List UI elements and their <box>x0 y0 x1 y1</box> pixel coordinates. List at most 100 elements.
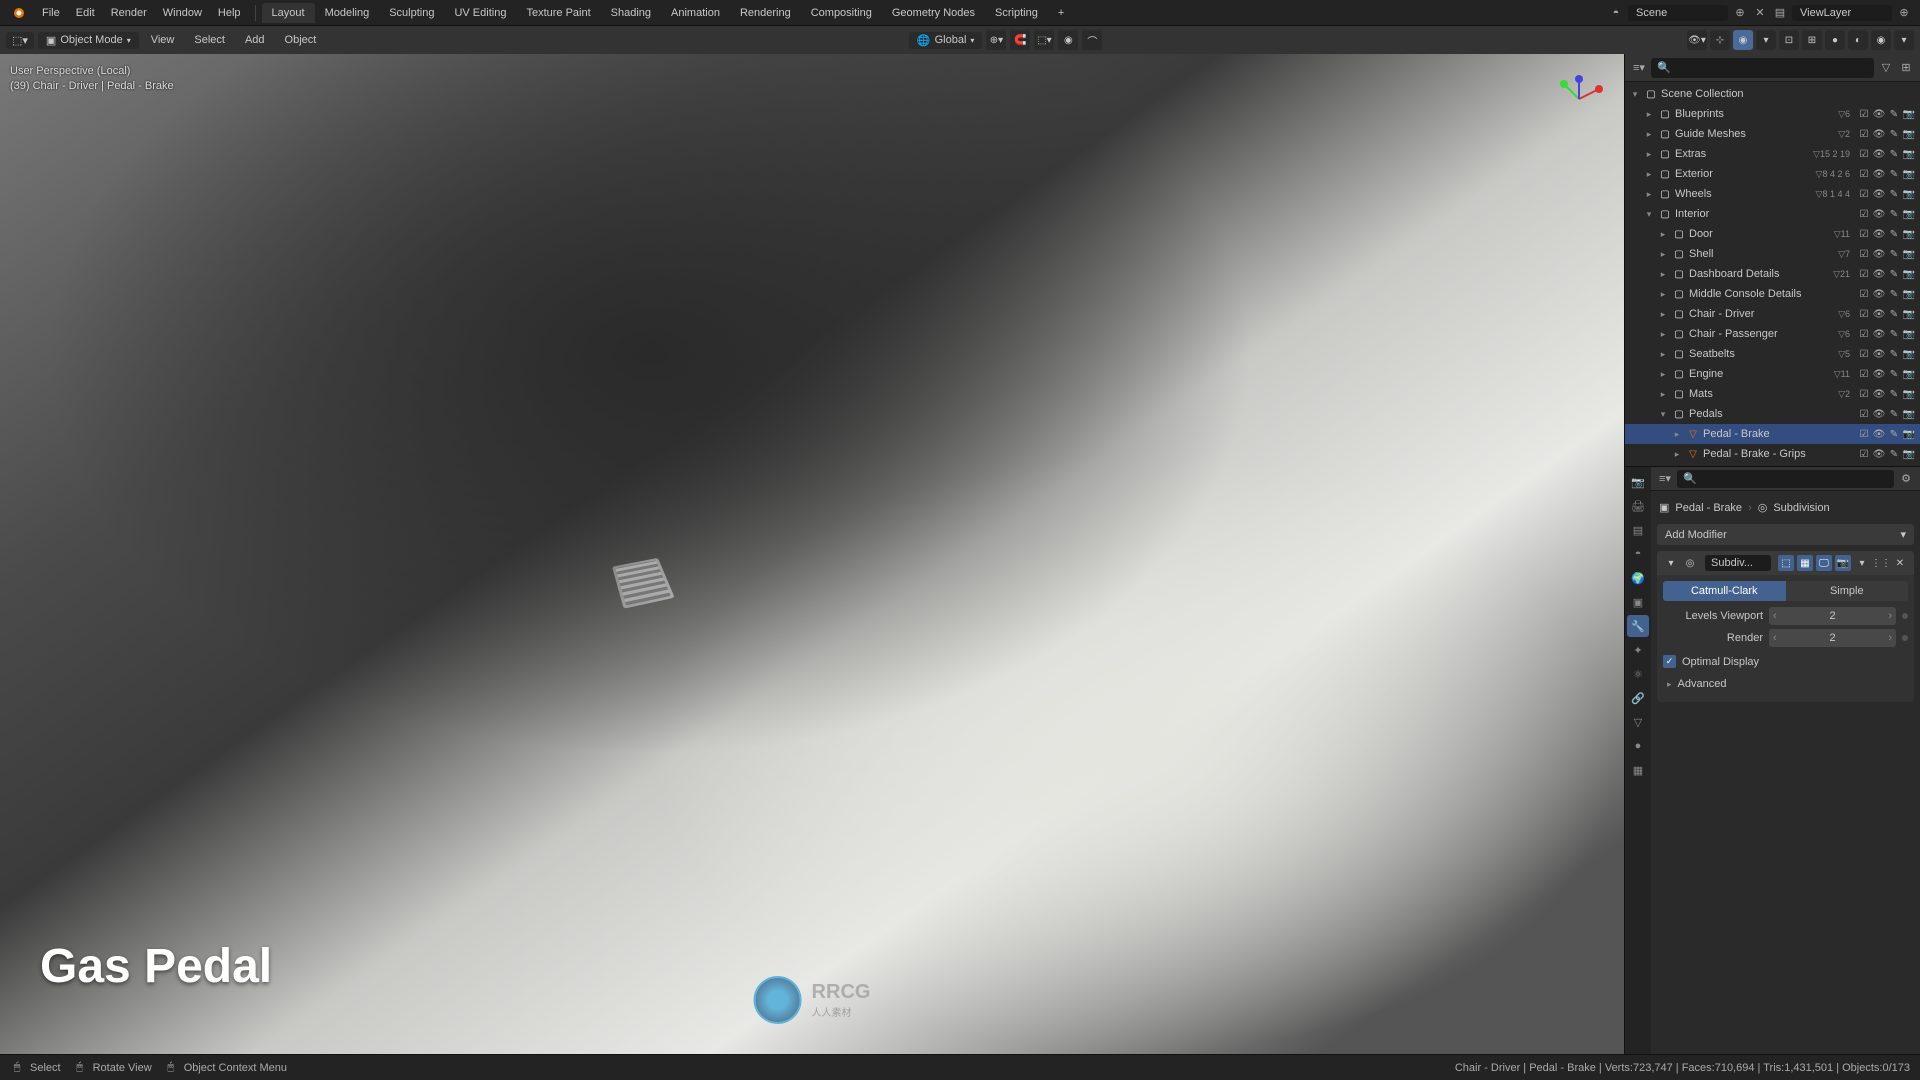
tree-item-guide-meshes[interactable]: ▸▢Guide Meshes▽2☑👁✎📷 <box>1625 124 1920 144</box>
viewlayer-new-icon[interactable]: ⊕ <box>1896 5 1912 21</box>
selectable-icon[interactable]: ✎ <box>1887 167 1901 181</box>
visibility-icon[interactable]: 👁 <box>1872 107 1886 121</box>
tree-item-mats[interactable]: ▸▢Mats▽2☑👁✎📷 <box>1625 384 1920 404</box>
prop-options-icon[interactable]: ⚙ <box>1898 471 1914 487</box>
tree-toggle-icon[interactable]: ▾ <box>1643 209 1655 220</box>
visibility-icon[interactable]: 👁 <box>1872 247 1886 261</box>
navigation-gizmo[interactable] <box>1554 74 1604 124</box>
anim-dot-icon[interactable] <box>1902 635 1908 641</box>
tab-mesh[interactable]: ▽ <box>1627 711 1649 733</box>
render-value[interactable]: 2 <box>1769 629 1896 647</box>
exclude-icon[interactable]: ☑ <box>1857 187 1871 201</box>
tree-scene-collection[interactable]: ▾ ▢ Scene Collection <box>1625 84 1920 104</box>
tree-toggle-icon[interactable]: ▸ <box>1643 109 1655 120</box>
mode-selector[interactable]: ▣ Object Mode <box>38 32 139 49</box>
render-icon[interactable]: 📷 <box>1902 287 1916 301</box>
workspace-tab-modeling[interactable]: Modeling <box>315 3 380 23</box>
menu-window[interactable]: Window <box>155 7 210 19</box>
workspace-tab-compositing[interactable]: Compositing <box>801 3 882 23</box>
selectable-icon[interactable]: ✎ <box>1887 407 1901 421</box>
tree-item-seatbelts[interactable]: ▸▢Seatbelts▽5☑👁✎📷 <box>1625 344 1920 364</box>
breadcrumb-object[interactable]: Pedal - Brake <box>1675 502 1742 514</box>
blender-icon[interactable] <box>8 4 26 22</box>
menu-edit[interactable]: Edit <box>68 7 103 19</box>
render-icon[interactable]: 📷 <box>1902 107 1916 121</box>
menu-render[interactable]: Render <box>103 7 155 19</box>
tab-object[interactable]: ▣ <box>1627 591 1649 613</box>
workspace-tab-animation[interactable]: Animation <box>661 3 730 23</box>
prop-search-field[interactable]: 🔍 <box>1677 470 1894 488</box>
outliner-type-icon[interactable]: ≡▾ <box>1631 60 1647 76</box>
tree-item-door[interactable]: ▸▢Door▽11☑👁✎📷 <box>1625 224 1920 244</box>
modifier-extra-icon[interactable]: ⋮⋮ <box>1873 555 1889 571</box>
render-icon[interactable]: 📷 <box>1902 207 1916 221</box>
xray-toggle[interactable]: ⊡ <box>1779 30 1799 50</box>
tree-toggle-icon[interactable]: ▸ <box>1671 429 1683 440</box>
scene-unlink-icon[interactable]: ✕ <box>1752 5 1768 21</box>
exclude-icon[interactable]: ☑ <box>1857 107 1871 121</box>
visibility-icon[interactable]: 👁 <box>1872 447 1886 461</box>
tab-constraints[interactable]: 🔗 <box>1627 687 1649 709</box>
exclude-icon[interactable]: ☑ <box>1857 327 1871 341</box>
tree-toggle-icon[interactable]: ▾ <box>1657 409 1669 420</box>
prop-type-icon[interactable]: ≡▾ <box>1657 471 1673 487</box>
workspace-tab-geometrynodes[interactable]: Geometry Nodes <box>882 3 985 23</box>
modifier-realtime-icon[interactable]: 🖵 <box>1816 555 1832 571</box>
workspace-tab-add[interactable]: + <box>1048 3 1074 23</box>
visibility-icon[interactable]: 👁 <box>1872 387 1886 401</box>
tab-particles[interactable]: ✦ <box>1627 639 1649 661</box>
selectable-icon[interactable]: ✎ <box>1887 107 1901 121</box>
pivot-selector[interactable]: ⊕▾ <box>986 30 1006 50</box>
tree-toggle-icon[interactable]: ▸ <box>1657 269 1669 280</box>
tree-item-middle-console-details[interactable]: ▸▢Middle Console Details☑👁✎📷 <box>1625 284 1920 304</box>
snap-toggle[interactable]: 🧲 <box>1010 30 1030 50</box>
tab-render[interactable]: 📷 <box>1627 471 1649 493</box>
tab-material[interactable]: ● <box>1627 735 1649 757</box>
add-modifier-button[interactable]: Add Modifier ▾ <box>1657 524 1914 545</box>
tree-toggle-icon[interactable]: ▸ <box>1643 129 1655 140</box>
shading-solid[interactable]: ● <box>1825 30 1845 50</box>
tree-toggle-icon[interactable]: ▸ <box>1657 249 1669 260</box>
tree-item-pedal-brake[interactable]: ▸▽Pedal - Brake☑👁✎📷 <box>1625 424 1920 444</box>
selectable-icon[interactable]: ✎ <box>1887 387 1901 401</box>
modifier-render-icon[interactable]: 📷 <box>1835 555 1851 571</box>
workspace-tab-shading[interactable]: Shading <box>601 3 661 23</box>
overlay-dropdown[interactable]: ▾ <box>1756 30 1776 50</box>
selectable-icon[interactable]: ✎ <box>1887 367 1901 381</box>
selectable-icon[interactable]: ✎ <box>1887 447 1901 461</box>
advanced-section[interactable]: Advanced <box>1663 672 1908 696</box>
menu-file[interactable]: File <box>34 7 68 19</box>
toolbar-object[interactable]: Object <box>277 32 325 48</box>
workspace-tab-uvediting[interactable]: UV Editing <box>444 3 516 23</box>
scene-name-field[interactable]: Scene <box>1628 5 1728 21</box>
render-icon[interactable]: 📷 <box>1902 427 1916 441</box>
selectable-icon[interactable]: ✎ <box>1887 187 1901 201</box>
tree-toggle-icon[interactable]: ▸ <box>1657 309 1669 320</box>
proportional-toggle[interactable]: ◉ <box>1058 30 1078 50</box>
render-icon[interactable]: 📷 <box>1902 147 1916 161</box>
modifier-close-icon[interactable]: ✕ <box>1892 555 1908 571</box>
render-icon[interactable]: 📷 <box>1902 127 1916 141</box>
modifier-name-field[interactable]: Subdiv... <box>1705 555 1771 571</box>
outliner-filter-icon[interactable]: ▽ <box>1878 60 1894 76</box>
toolbar-select[interactable]: Select <box>186 32 233 48</box>
tree-toggle-icon[interactable]: ▾ <box>1629 89 1641 100</box>
exclude-icon[interactable]: ☑ <box>1857 447 1871 461</box>
exclude-icon[interactable]: ☑ <box>1857 367 1871 381</box>
scene-new-icon[interactable]: ⊕ <box>1732 5 1748 21</box>
tree-toggle-icon[interactable]: ▸ <box>1657 389 1669 400</box>
tree-toggle-icon[interactable]: ▸ <box>1657 369 1669 380</box>
tree-item-pedals[interactable]: ▾▢Pedals☑👁✎📷 <box>1625 404 1920 424</box>
render-icon[interactable]: 📷 <box>1902 247 1916 261</box>
selectable-icon[interactable]: ✎ <box>1887 307 1901 321</box>
exclude-icon[interactable]: ☑ <box>1857 267 1871 281</box>
workspace-tab-layout[interactable]: Layout <box>262 3 315 23</box>
menu-help[interactable]: Help <box>210 7 249 19</box>
toolbar-view[interactable]: View <box>143 32 183 48</box>
viewlayer-name-field[interactable]: ViewLayer <box>1792 5 1892 21</box>
proportional-falloff[interactable]: ⌒ <box>1082 30 1102 50</box>
optimal-display-checkbox[interactable]: ✓ <box>1663 655 1676 668</box>
tree-item-shell[interactable]: ▸▢Shell▽7☑👁✎📷 <box>1625 244 1920 264</box>
exclude-icon[interactable]: ☑ <box>1857 427 1871 441</box>
render-icon[interactable]: 📷 <box>1902 407 1916 421</box>
